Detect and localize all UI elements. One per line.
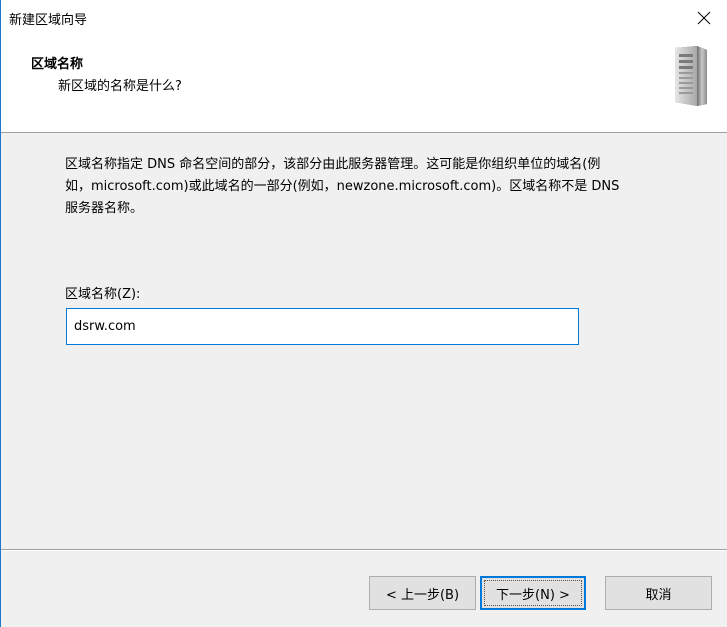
window-title: 新建区域向导 <box>9 13 88 28</box>
close-icon <box>697 11 711 25</box>
close-button[interactable] <box>681 0 727 36</box>
cancel-button[interactable]: 取消 <box>605 576 712 610</box>
wizard-header: 区域名称 新区域的名称是什么? <box>1 36 727 133</box>
zone-name-label: 区域名称(Z): <box>65 287 141 302</box>
description-line: 服务器名称。 <box>65 201 144 216</box>
page-title: 区域名称 <box>31 57 84 72</box>
next-button-label: 下一步(N) > <box>484 580 582 606</box>
zone-name-input[interactable] <box>66 308 579 345</box>
footer-separator <box>1 549 727 550</box>
new-zone-wizard-window: 新建区域向导 区域名称 新区域的名称是什么? 区域名称指定 DNS 命名空间的部… <box>0 0 727 627</box>
description-line: 如，microsoft.com)或此域名的一部分(例如，newzone.micr… <box>65 179 620 194</box>
page-subtitle: 新区域的名称是什么? <box>58 79 182 94</box>
title-bar[interactable]: 新建区域向导 <box>1 0 727 36</box>
description-line: 区域名称指定 DNS 命名空间的部分，该部分由此服务器管理。这可能是你组织单位的… <box>65 157 601 172</box>
back-button[interactable]: < 上一步(B) <box>369 576 476 610</box>
next-button[interactable]: 下一步(N) > <box>480 576 586 610</box>
zone-name-description: 区域名称指定 DNS 命名空间的部分，该部分由此服务器管理。这可能是你组织单位的… <box>65 154 705 220</box>
server-tower-icon <box>675 46 707 106</box>
